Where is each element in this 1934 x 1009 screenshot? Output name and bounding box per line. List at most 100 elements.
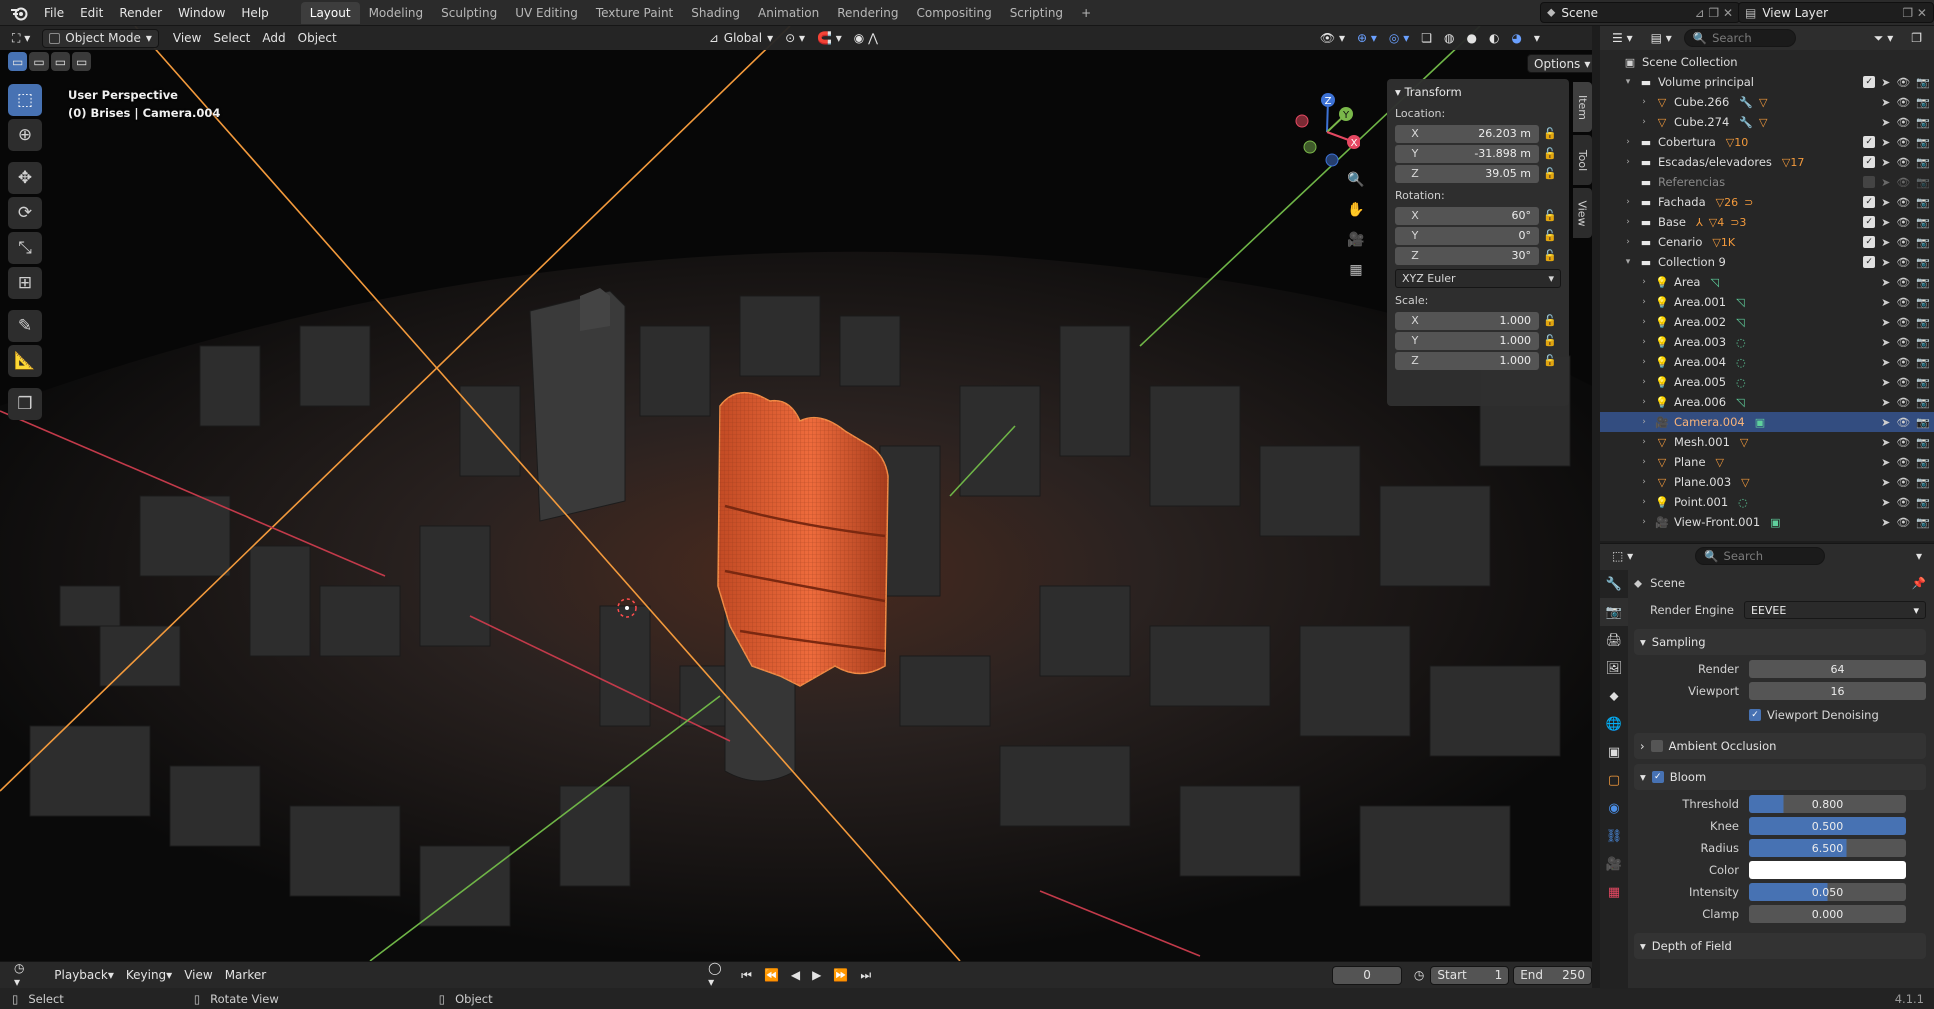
modifier-badge-icon[interactable]: ◹ — [1736, 296, 1744, 309]
shading-solid-icon[interactable]: ● — [1460, 29, 1482, 48]
selectable-icon[interactable]: ➤ — [1881, 176, 1890, 189]
clamp-slider[interactable]: 0.000 — [1749, 905, 1906, 923]
menu-edit[interactable]: Edit — [72, 3, 111, 23]
play-icon[interactable]: ▶ — [806, 966, 827, 985]
world-tab-icon[interactable]: 🌐 — [1600, 710, 1628, 738]
bloom-panel-header[interactable]: ▾ ✓ Bloom — [1634, 764, 1926, 790]
properties-options-icon[interactable]: ▾ — [1910, 547, 1928, 566]
selectable-icon[interactable]: ➤ — [1881, 156, 1890, 169]
chevron-right-icon[interactable]: › — [1638, 337, 1650, 347]
ao-panel-header[interactable]: › Ambient Occlusion — [1634, 733, 1926, 759]
scene-selector[interactable]: ⬥ Scene ⊿ ❐ ✕ — [1540, 2, 1740, 23]
visibility-eye-icon[interactable]: 👁 — [1896, 416, 1910, 429]
pivot-icon[interactable]: ⊙ ▾ — [779, 29, 811, 48]
visibility-eye-icon[interactable]: 👁 — [1896, 296, 1910, 309]
render-camera-icon[interactable]: 📷 — [1916, 96, 1930, 109]
outliner-row[interactable]: › ▬ Escadas/elevadores ▽17 ✓ ➤ 👁 📷 — [1600, 152, 1934, 172]
view-layer-selector[interactable]: ▤ View Layer ❐ ✕ — [1738, 2, 1934, 23]
chevron-right-icon[interactable]: › — [1622, 157, 1634, 167]
outliner-row[interactable]: › 💡 Area ◹ ➤ 👁 📷 — [1600, 272, 1934, 292]
visibility-eye-icon[interactable]: 👁 — [1896, 256, 1910, 269]
add-workspace-button[interactable]: + — [1072, 2, 1100, 24]
modifier-badge-icon[interactable]: ▽ — [1759, 96, 1767, 109]
select-box-tool-icon[interactable]: ⬚ — [8, 84, 42, 116]
selectable-icon[interactable]: ➤ — [1881, 436, 1890, 449]
visibility-eye-icon[interactable]: 👁 — [1896, 356, 1910, 369]
modifier-badge-icon[interactable]: ⅄ — [1696, 216, 1703, 229]
modifier-badge-icon[interactable]: ▽1K — [1712, 236, 1735, 249]
viewport-menu-object[interactable]: Object — [292, 29, 343, 48]
exclude-checkbox[interactable]: ✓ — [1863, 256, 1876, 268]
start-frame-field[interactable]: Start 1 — [1430, 965, 1510, 985]
render-camera-icon[interactable]: 📷 — [1916, 76, 1930, 89]
exclude-checkbox[interactable]: ✓ — [1863, 156, 1876, 168]
selectable-icon[interactable]: ➤ — [1881, 396, 1890, 409]
select-extend-icon[interactable]: ▭ — [29, 52, 49, 71]
rotate-tool-icon[interactable]: ⟳ — [8, 197, 42, 229]
render-camera-icon[interactable]: 📷 — [1916, 456, 1930, 469]
properties-editor-icon[interactable]: ⬚ ▾ — [1606, 547, 1639, 566]
chevron-right-icon[interactable]: › — [1638, 377, 1650, 387]
pin-icon[interactable]: 📌 — [1912, 576, 1926, 590]
exclude-checkbox[interactable]: ✓ — [1863, 76, 1876, 88]
select-subtract-icon[interactable]: ▭ — [50, 52, 71, 71]
viewport-menu-select[interactable]: Select — [207, 29, 256, 48]
render-camera-icon[interactable]: 📷 — [1916, 316, 1930, 329]
modifier-badge-icon[interactable]: ▽10 — [1726, 136, 1748, 149]
render-camera-icon[interactable]: 📷 — [1916, 436, 1930, 449]
modifier-badge-icon[interactable]: ◌ — [1736, 376, 1746, 389]
modifier-badge-icon[interactable]: ◹ — [1736, 396, 1744, 409]
render-camera-icon[interactable]: 📷 — [1916, 236, 1930, 249]
chevron-right-icon[interactable]: › — [1622, 197, 1634, 207]
ao-checkbox[interactable] — [1650, 740, 1663, 752]
new-collection-icon[interactable]: ❐ — [1905, 29, 1928, 48]
add-cube-tool-icon[interactable]: ❒ — [8, 388, 42, 420]
outliner-row[interactable]: ▬ Referencias ➤ 👁 📷 — [1600, 172, 1934, 192]
tab-compositing[interactable]: Compositing — [907, 2, 1000, 24]
intensity-slider[interactable]: 0.050 — [1749, 883, 1906, 901]
visibility-eye-icon[interactable]: 👁 — [1896, 516, 1910, 529]
filter-icon[interactable]: ⏷ ▾ — [1868, 29, 1899, 48]
chevron-right-icon[interactable]: › — [1638, 417, 1650, 427]
transform-orientation-dropdown[interactable]: ⊿ Global ▾ — [703, 29, 779, 48]
visibility-eye-icon[interactable]: 👁 — [1896, 436, 1910, 449]
render-camera-icon[interactable]: 📷 — [1916, 376, 1930, 389]
object-mode-dropdown[interactable]: Object Mode ▾ — [42, 28, 159, 48]
physics-tab-icon[interactable]: ◉ — [1600, 794, 1628, 822]
viewport-menu-view[interactable]: View — [167, 29, 207, 48]
tab-animation[interactable]: Animation — [749, 2, 828, 24]
modifier-badge-icon[interactable]: ▽ — [1759, 116, 1767, 129]
lock-icon[interactable]: 🔓 — [1539, 209, 1561, 222]
jump-start-icon[interactable]: ⏮ — [735, 966, 758, 985]
outliner-row[interactable]: ▣ Scene Collection — [1600, 52, 1934, 72]
bloom-color-swatch[interactable] — [1749, 861, 1906, 879]
threshold-slider[interactable]: 0.800 — [1749, 795, 1906, 813]
viewport-menu-add[interactable]: Add — [256, 29, 291, 48]
location-y-field[interactable]: Y -31.898 m — [1395, 144, 1539, 163]
visibility-eye-icon[interactable]: 👁 — [1896, 196, 1910, 209]
timeline-menu-keying[interactable]: Keying ▾ — [120, 966, 178, 985]
outliner-search-input[interactable]: 🔍 Search — [1683, 29, 1796, 47]
outliner-row[interactable]: › ▽ Cube.274 🔧 ▽ ➤ 👁 📷 — [1600, 112, 1934, 132]
scene-tab-icon[interactable]: ⬥ — [1600, 682, 1628, 710]
render-camera-icon[interactable]: 📷 — [1916, 196, 1930, 209]
constraint-tab-icon[interactable]: ⛓ — [1600, 822, 1628, 850]
exclude-checkbox[interactable]: ✓ — [1863, 136, 1876, 148]
outliner-row[interactable]: › 💡 Area.001 ◹ ➤ 👁 📷 — [1600, 292, 1934, 312]
collection-tab-icon[interactable]: ▣ — [1600, 738, 1628, 766]
properties-search-input[interactable]: 🔍 Search — [1695, 547, 1826, 565]
modifier-badge-icon[interactable]: ⊃3 — [1730, 216, 1746, 229]
rotation-x-field[interactable]: X 60° — [1395, 206, 1539, 225]
transform-panel-header[interactable]: ▾ Transform — [1395, 85, 1561, 99]
outliner-row[interactable]: › ▬ Fachada ▽26 ⊃ ✓ ➤ 👁 📷 — [1600, 192, 1934, 212]
modifier-badge-icon[interactable]: ▽26 — [1716, 196, 1738, 209]
render-camera-icon[interactable]: 📷 — [1916, 296, 1930, 309]
exclude-checkbox[interactable]: ✓ — [1863, 216, 1876, 228]
tab-texture-paint[interactable]: Texture Paint — [587, 2, 682, 24]
chevron-right-icon[interactable]: › — [1638, 457, 1650, 467]
timeline-menu-playback[interactable]: Playback ▾ — [48, 966, 120, 985]
outliner-row[interactable]: › 🎥 Camera.004 ▣ ➤ 👁 📷 — [1600, 412, 1934, 432]
lock-icon[interactable]: 🔓 — [1539, 249, 1561, 262]
modifier-badge-icon[interactable]: 🔧 — [1739, 116, 1753, 129]
display-mode-icon[interactable]: ▤ ▾ — [1645, 29, 1678, 48]
